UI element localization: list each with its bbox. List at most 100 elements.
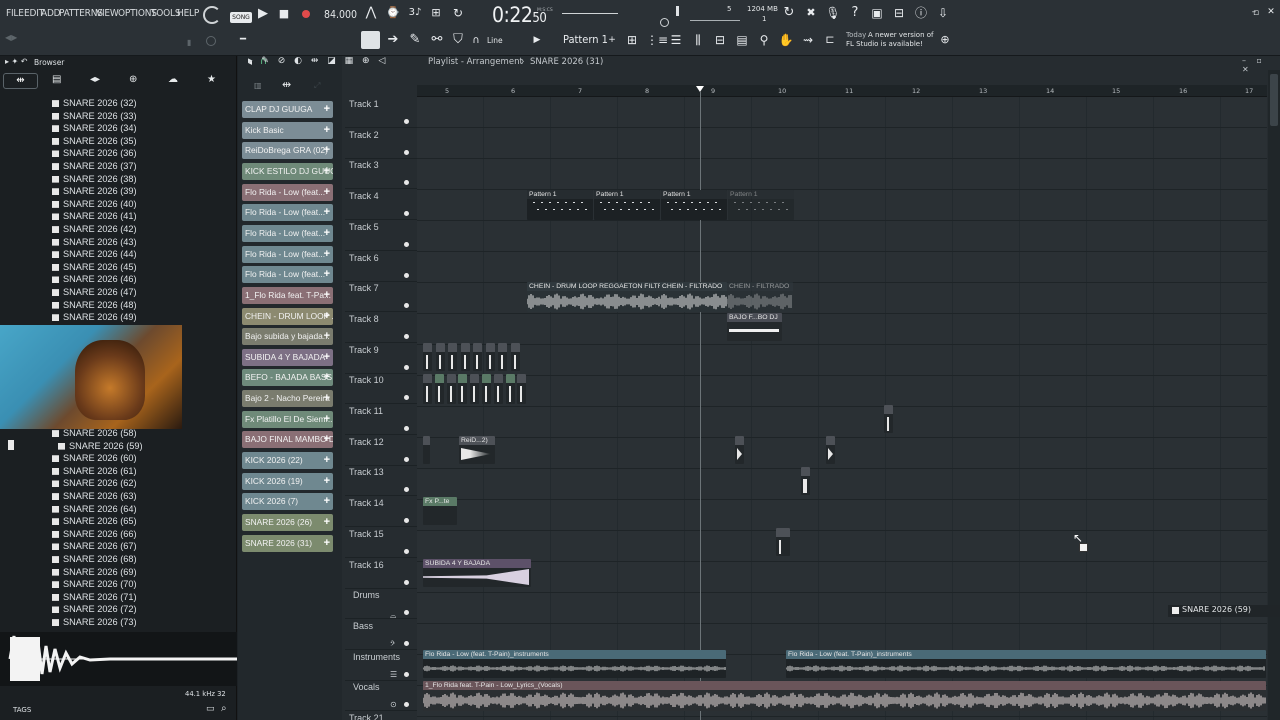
track-header[interactable]: Track 7 [349, 283, 379, 293]
channel-add-icon[interactable]: + [324, 225, 330, 242]
channel-button[interactable]: KICK ESTILO DJ GUUGA + [242, 162, 333, 180]
browser-item[interactable]: SNARE 2026 (72) [52, 603, 137, 615]
audio-clip-rei[interactable]: ReiD...2) [459, 436, 495, 464]
cart-icon[interactable]: ⇝ [800, 32, 816, 48]
track-header[interactable]: Track 2 [349, 130, 379, 140]
browser-tab-cloud-icon[interactable]: ☁ [168, 74, 178, 85]
track-header[interactable]: Track 9 [349, 345, 379, 355]
browser-tab-plugins-icon[interactable]: ◂▸ [90, 74, 100, 85]
stop-icon[interactable]: ■ [278, 6, 290, 22]
browser-view-icon[interactable]: ▤ [734, 32, 750, 48]
channel-button[interactable]: SNARE 2026 (31) + [242, 534, 333, 552]
browser-item[interactable]: SNARE 2026 (41) [52, 210, 137, 222]
download-icon[interactable]: ⇩ [935, 5, 951, 21]
playlist-icon[interactable]: ⊞ [624, 32, 640, 48]
mixer-view-icon[interactable]: ⫼ [690, 32, 706, 48]
channel-add-icon[interactable]: + [324, 122, 330, 139]
pattern-clip[interactable]: Pattern 1 [527, 190, 593, 220]
channel-add-icon[interactable]: + [324, 184, 330, 201]
browser-item[interactable]: SNARE 2026 (36) [52, 147, 137, 159]
play-icon[interactable]: ▶ [256, 6, 270, 22]
sample-clip[interactable] [473, 343, 482, 371]
playlist-tool-icons[interactable]: ▸ ✎ ⊘ ◐ ⇹ ◪ ▦ ⊕ ◁ [248, 56, 388, 66]
sample-clip[interactable] [434, 374, 444, 404]
tempo-display[interactable]: 84.000 [324, 9, 357, 21]
channel-button[interactable]: KICK 2026 (19) + [242, 472, 333, 490]
sample-clip[interactable] [505, 374, 515, 404]
channel-button[interactable]: ReiDoBrega GRA (02) + [242, 142, 333, 160]
snap-select[interactable]: Line [487, 36, 503, 45]
audio-clip-subida[interactable]: SUBIDA 4 Y BAJADA [423, 559, 531, 587]
browser-item[interactable]: SNARE 2026 (60) [52, 452, 137, 464]
channel-add-icon[interactable]: + [324, 473, 330, 490]
sample-clip[interactable] [801, 467, 810, 495]
arrow-tool-icon[interactable]: ➔ [386, 32, 400, 48]
channel-add-icon[interactable]: + [324, 431, 330, 448]
browser-item[interactable]: SNARE 2026 (65) [52, 515, 137, 527]
browser-tab-all[interactable]: ⇹ [3, 73, 38, 89]
timeline-ruler[interactable] [417, 85, 1267, 97]
channel-add-icon[interactable]: + [324, 328, 330, 345]
browser-item[interactable]: SNARE 2026 (48) [52, 299, 137, 311]
browser-item[interactable]: SNARE 2026 (64) [52, 503, 137, 515]
track-header[interactable]: Instruments [353, 652, 400, 662]
step-seq-icon[interactable]: ⋮≡ [646, 32, 668, 48]
close-icon[interactable]: ✕ [1265, 4, 1277, 20]
browser-item[interactable]: SNARE 2026 (66) [52, 528, 137, 540]
track-header[interactable]: Track 8 [349, 314, 379, 324]
record-icon[interactable] [302, 10, 310, 18]
link-tool-icon[interactable]: ⚯ [430, 32, 444, 48]
channel-add-icon[interactable]: + [324, 163, 330, 180]
track-mute-led[interactable] [404, 241, 409, 247]
track-header[interactable]: Track 14 [349, 498, 384, 508]
shop-icon[interactable]: ⊏ [822, 32, 838, 48]
sample-clip[interactable] [485, 343, 495, 371]
menu-view[interactable]: VIEW [96, 8, 119, 19]
browser-tab-files-icon[interactable]: ▤ [52, 74, 61, 85]
channel-button[interactable]: BEFO - BAJADA BASS + [242, 369, 333, 387]
touch-controller-icon[interactable]: ✋ [778, 32, 794, 48]
channel-button[interactable]: Flo Rida - Low (feat... + [242, 183, 333, 201]
browser-item[interactable]: SNARE 2026 (68) [52, 553, 137, 565]
pattern-clip[interactable]: Pattern 1 [661, 190, 727, 220]
pattern-clip[interactable]: Pattern 1 [594, 190, 660, 220]
audio-input-icon[interactable]: 🎙 [825, 5, 841, 21]
info-icon[interactable]: ⓘ [913, 5, 929, 21]
sample-clip[interactable] [884, 405, 893, 433]
master-pitch-knob[interactable] [660, 18, 669, 27]
track-header[interactable]: Track 4 [349, 191, 379, 201]
magnet-snap-icon[interactable]: ∩ [470, 33, 482, 49]
browser-item[interactable]: SNARE 2026 (43) [52, 236, 137, 248]
track-mute-led[interactable] [404, 671, 409, 677]
channel-add-icon[interactable]: + [324, 493, 330, 510]
channel-add-icon[interactable]: + [324, 390, 330, 407]
stamp-tool-icon[interactable]: ⛉ [451, 32, 465, 48]
channel-button[interactable]: BAJO FINAL MAMBO DJ ...+ [242, 431, 333, 449]
track-header[interactable]: Track 21 [349, 713, 384, 720]
track-mute-led[interactable] [404, 548, 409, 554]
track-mute-led[interactable] [404, 640, 409, 646]
channel-button[interactable]: Flo Rida - Low (feat... + [242, 224, 333, 242]
pattern-add-icon[interactable]: + [606, 32, 618, 48]
track-header[interactable]: Track 6 [349, 253, 379, 263]
browser-item[interactable]: SNARE 2026 (37) [52, 160, 137, 172]
track-header[interactable]: Vocals [353, 682, 380, 692]
track-header[interactable]: Track 5 [349, 222, 379, 232]
countdown-icon[interactable]: 3♪ [406, 5, 424, 21]
sample-clip[interactable] [435, 343, 445, 371]
sample-clip[interactable] [498, 343, 507, 371]
channel-add-icon[interactable]: + [324, 266, 330, 283]
track-mute-led[interactable] [404, 579, 409, 585]
browser-item[interactable]: SNARE 2026 (61) [52, 465, 137, 477]
browser-item[interactable]: SNARE 2026 (62) [52, 477, 137, 489]
channel-button[interactable]: SNARE 2026 (26) + [242, 514, 333, 531]
web-icon[interactable]: ⊕ [938, 32, 952, 48]
audio-clip-chein-3[interactable]: CHEIN - FILTRADO [727, 282, 793, 312]
undo-history-icon[interactable]: ↻ [781, 5, 797, 21]
sample-clip[interactable] [482, 374, 491, 404]
track-header[interactable]: Track 15 [349, 529, 384, 539]
folder-icon[interactable]: ▭ [206, 704, 215, 714]
sample-clip[interactable] [423, 343, 432, 371]
channel-add-icon[interactable]: + [324, 349, 330, 366]
sample-clip[interactable] [458, 374, 468, 404]
